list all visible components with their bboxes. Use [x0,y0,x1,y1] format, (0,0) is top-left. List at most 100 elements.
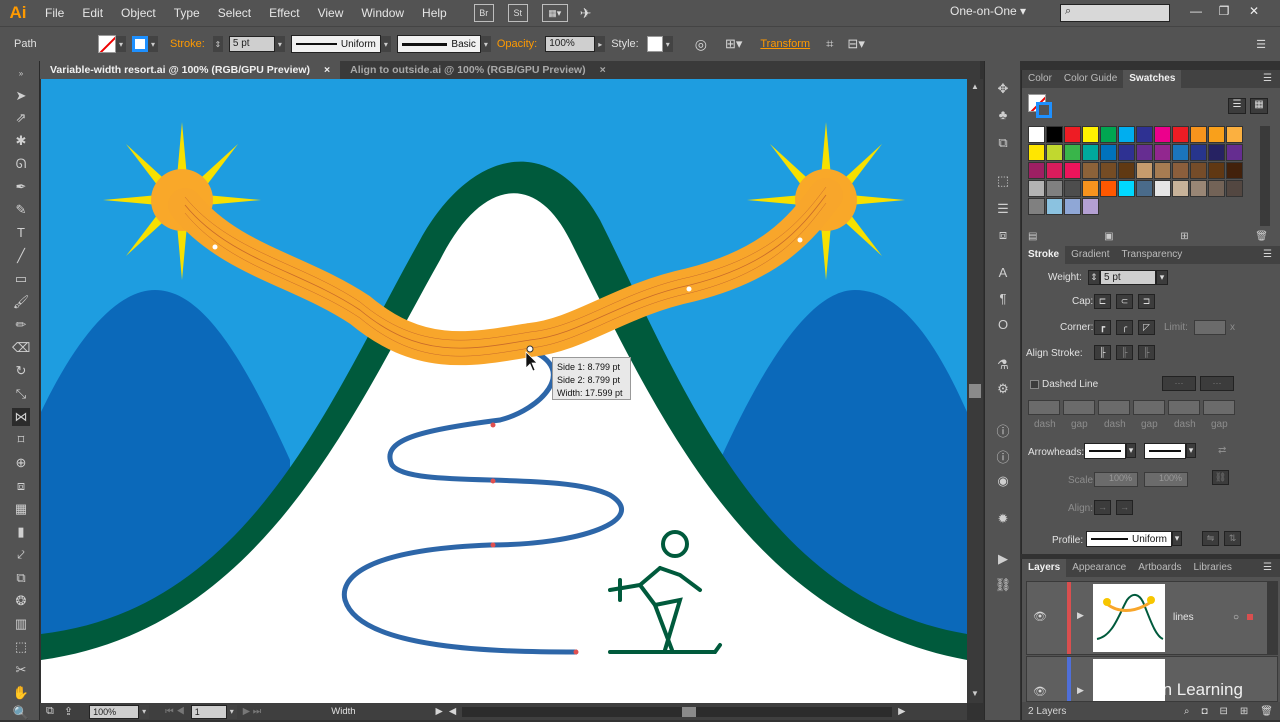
links-icon[interactable]: ⛓ [994,577,1012,595]
dash-preserve-button[interactable]: ⋯ [1162,376,1196,391]
dash-align-button[interactable]: ⋯ [1200,376,1234,391]
color-swatch[interactable] [1172,144,1189,161]
opacity-arrow[interactable]: ▸ [595,36,606,52]
color-swatch[interactable] [1136,126,1153,143]
color-swatch[interactable] [1082,144,1099,161]
color-swatch[interactable] [1064,126,1081,143]
color-swatch[interactable] [1082,198,1099,215]
color-swatch[interactable] [1208,144,1225,161]
status-arrow-icon[interactable]: ▶ [436,706,443,717]
artboard-number-field[interactable]: 1 [190,704,227,719]
color-swatch[interactable] [1208,126,1225,143]
stroke-dropdown[interactable]: ▾ [148,36,158,52]
blend-tool-icon[interactable]: ⧉ [12,569,30,587]
miter-join-button[interactable]: ┏ [1094,320,1111,335]
gap-field-3[interactable] [1203,400,1235,415]
scroll-thumb[interactable] [969,384,981,398]
flip-along-icon[interactable]: ⇋ [1202,531,1219,546]
color-swatch[interactable] [1046,198,1063,215]
character-icon[interactable]: A [994,265,1012,283]
new-swatch-icon[interactable]: ⊞ [1180,231,1188,242]
lasso-tool-icon[interactable]: ᘏ [12,155,30,173]
path-anchor-point[interactable] [490,542,496,548]
end-scale-field[interactable]: 100% [1144,472,1188,487]
align-panel-icon[interactable]: ☰ [994,201,1012,219]
opentype-icon[interactable]: O [994,317,1012,335]
butt-cap-button[interactable]: ⊏ [1094,294,1111,309]
pathfinder-icon[interactable]: ⧈ [994,227,1012,245]
vertical-scrollbar[interactable]: ▲ ▼ [967,79,983,703]
start-scale-field[interactable]: 100% [1094,472,1138,487]
color-swatch[interactable] [1136,180,1153,197]
color-swatch[interactable] [1190,126,1207,143]
tab-color-guide[interactable]: Color Guide [1058,70,1123,88]
weight-field[interactable]: 5 pt [1100,270,1156,285]
stroke-weight-field[interactable]: 5 pt [228,36,275,52]
brush-dropdown[interactable]: ▾ [480,36,491,52]
color-swatch[interactable] [1190,180,1207,197]
arrow-align-extend-button[interactable]: → [1094,500,1111,515]
graphic-style-swatch[interactable] [646,36,663,52]
scroll-down-icon[interactable]: ▼ [971,689,979,698]
end-arrowhead-select[interactable] [1144,443,1186,459]
end-arrowhead-dropdown[interactable]: ▾ [1186,443,1196,458]
menu-type[interactable]: Type [165,0,209,26]
delete-layer-icon[interactable]: 🗑 [1260,706,1273,717]
visibility-eye-icon[interactable]: 👁 [1033,685,1047,698]
target-circle-icon[interactable]: ○ [1233,612,1239,623]
tab-swatches[interactable]: Swatches [1123,70,1182,88]
workspace-switcher[interactable]: One-on-One ▾ [950,4,1026,18]
color-swatch[interactable] [1046,180,1063,197]
fill-swatch[interactable] [98,35,116,53]
gap-field-2[interactable] [1133,400,1165,415]
new-layer-icon[interactable]: ⊞ [1240,706,1248,717]
menu-window[interactable]: Window [352,0,413,26]
stroke-swatch[interactable] [132,36,148,52]
tab-transparency[interactable]: Transparency [1115,246,1188,264]
color-swatch[interactable] [1100,162,1117,179]
color-swatch[interactable] [1190,144,1207,161]
scroll-up-icon[interactable]: ▲ [971,82,979,91]
projecting-cap-button[interactable]: ⊐ [1138,294,1155,309]
shape-builder-tool-icon[interactable]: ⊕ [12,454,30,472]
minimize-button[interactable]: — [1188,4,1204,18]
color-swatch[interactable] [1118,180,1135,197]
color-swatch[interactable] [1100,126,1117,143]
zoom-dropdown[interactable]: ▾ [139,704,150,719]
recolor-artwork-icon[interactable]: ◎ [695,36,707,53]
image-trace-icon[interactable]: ⚗ [994,357,1012,375]
dash-field-1[interactable] [1028,400,1060,415]
info-icon[interactable]: ⓘ [994,421,1012,439]
color-swatch[interactable] [1136,144,1153,161]
active-width-point[interactable] [526,345,534,353]
limit-field[interactable] [1194,320,1226,335]
path-anchor-point[interactable] [573,649,579,655]
symbols-icon[interactable]: ♣ [994,107,1012,125]
swatch-libraries-icon[interactable]: ▤ [1028,231,1037,242]
zoom-tool-icon[interactable]: 🔍 [12,704,30,722]
hand-tool-icon[interactable]: ✋ [12,684,30,702]
swatches-scrollbar[interactable] [1260,126,1270,226]
tab-close-icon[interactable]: × [600,61,606,79]
artboard-tool-icon[interactable]: ⬚ [12,638,30,656]
tab-close-icon[interactable]: × [324,61,330,79]
actions-icon[interactable]: ▶ [994,551,1012,569]
first-artboard-icon[interactable]: ⏮ ◀ [165,706,185,717]
artboard-canvas[interactable]: Side 1: 8.799 pt Side 2: 8.799 pt Width:… [41,79,967,703]
color-swatch[interactable] [1118,126,1135,143]
align-outside-button[interactable]: ╟ [1138,345,1155,360]
opacity-field[interactable]: 100% [545,36,596,52]
expand-layer-icon[interactable]: ▶ [1077,685,1084,696]
start-arrowhead-select[interactable] [1084,443,1126,459]
align-inside-button[interactable]: ╟ [1116,345,1133,360]
artboard-nav-icon[interactable]: ⧉ [46,705,54,718]
width-point[interactable] [686,286,692,292]
start-arrowhead-dropdown[interactable]: ▾ [1126,443,1136,458]
color-swatch[interactable] [1226,126,1243,143]
direct-selection-tool-icon[interactable]: ⇗ [12,109,30,127]
path-anchor-point[interactable] [490,422,496,428]
swatch-group-icon[interactable]: ▣ [1104,231,1113,242]
tab-layers[interactable]: Layers [1022,559,1067,577]
symbol-sprayer-tool-icon[interactable]: ❂ [12,592,30,610]
type-tool-icon[interactable]: T [12,224,30,242]
